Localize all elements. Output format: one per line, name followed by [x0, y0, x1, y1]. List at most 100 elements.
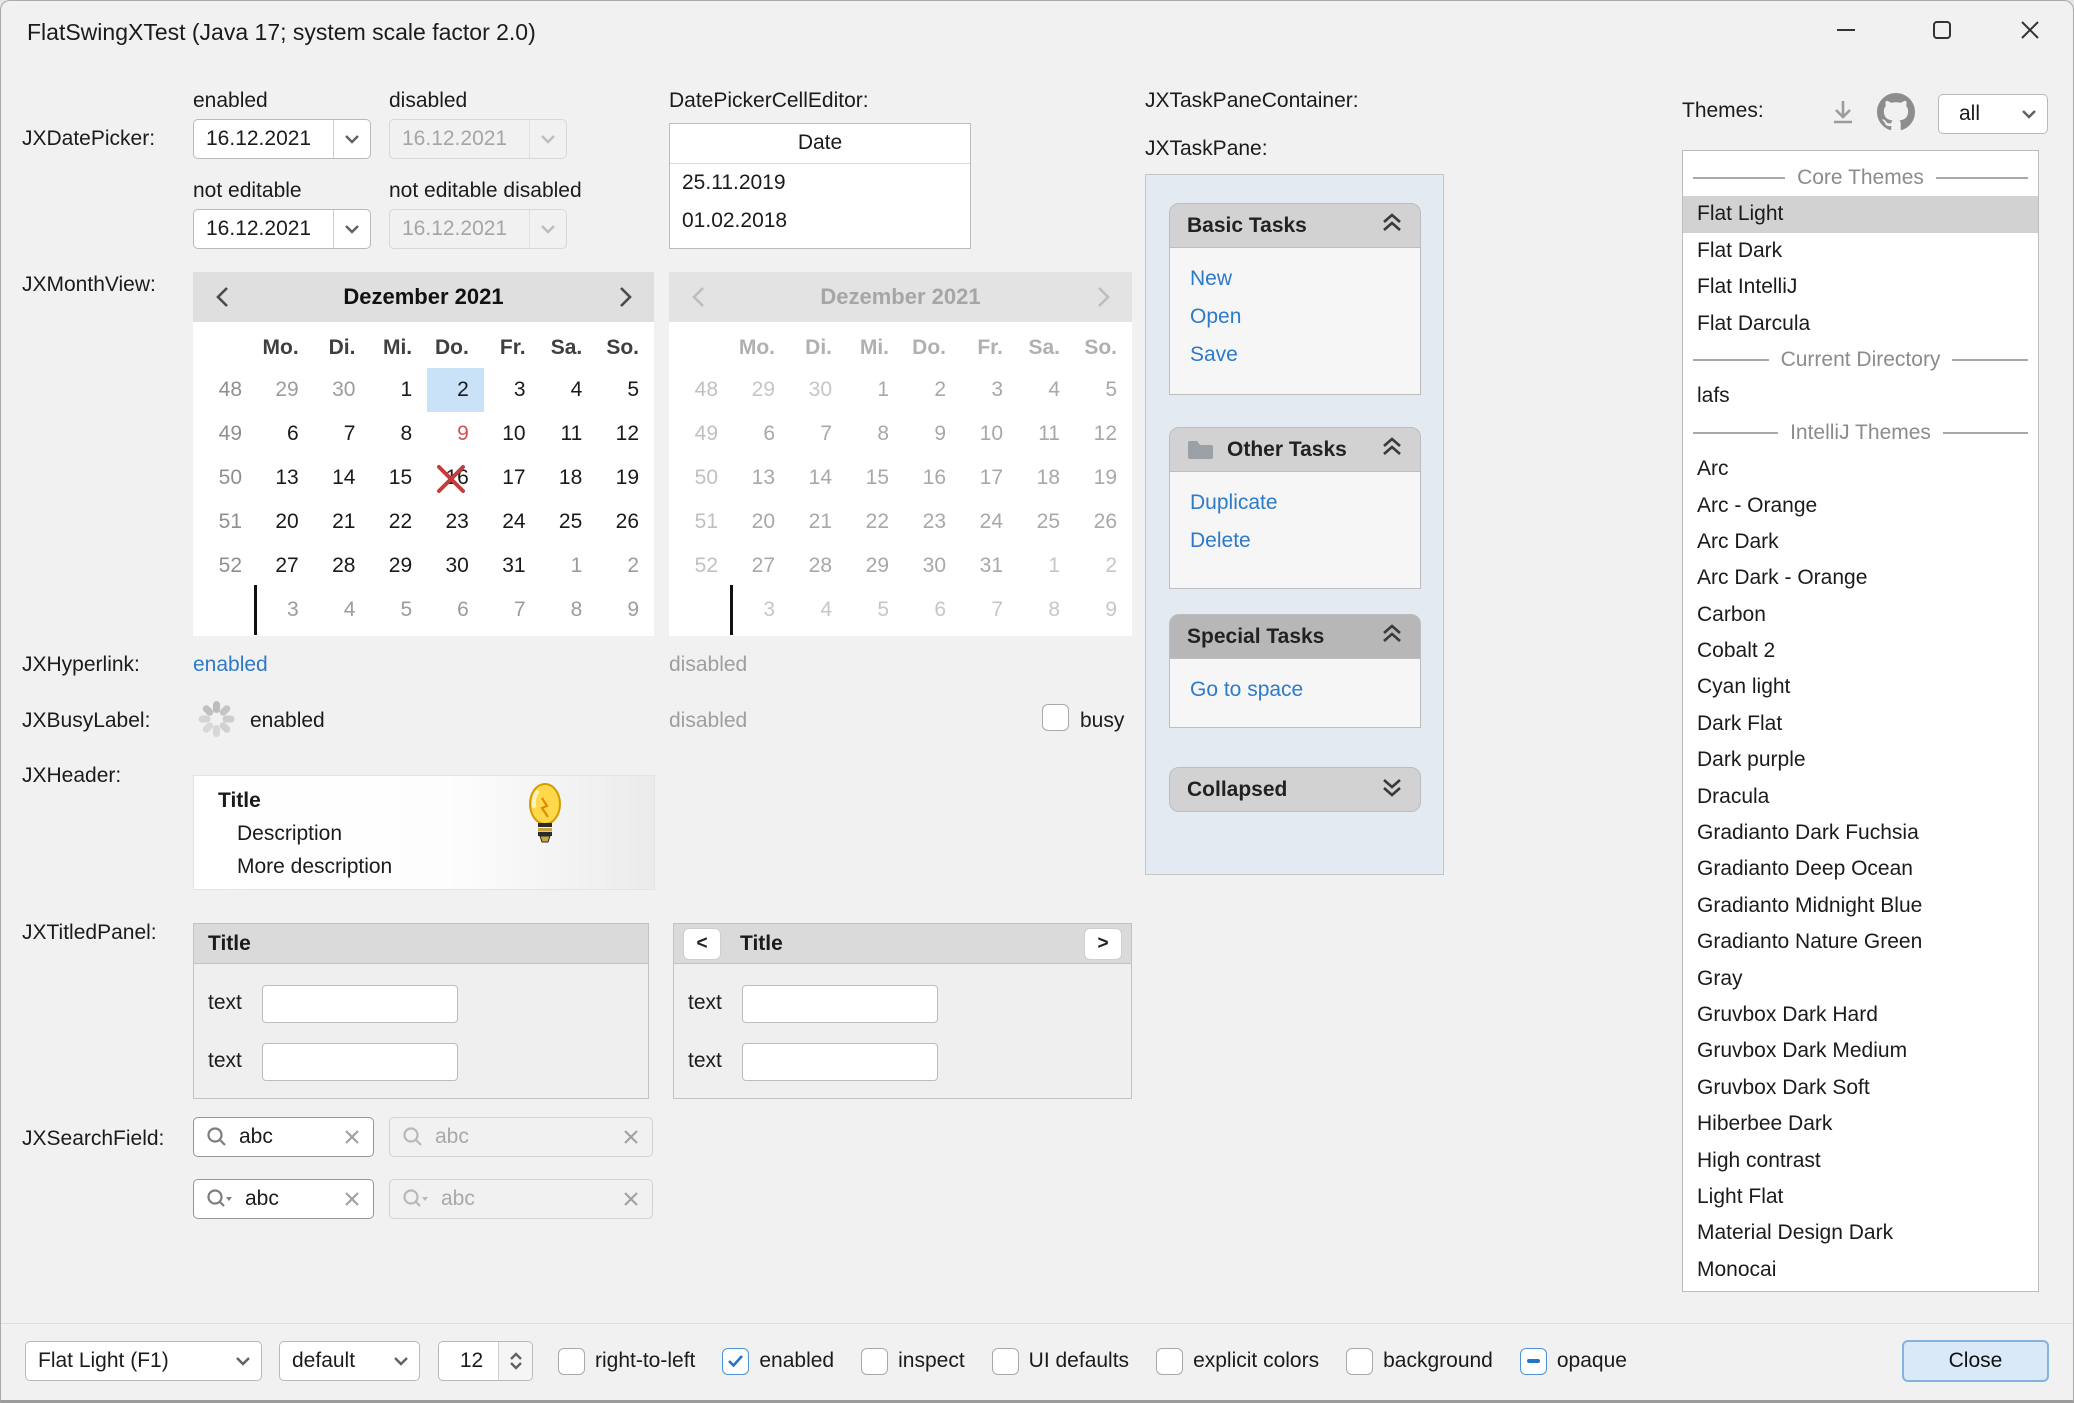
maximize-button[interactable] [1907, 1, 1977, 59]
calendar-day[interactable]: 16 [427, 456, 484, 500]
checkbox-explicit-colors[interactable] [1156, 1348, 1183, 1375]
checkbox-inspect[interactable] [861, 1348, 888, 1375]
checkbox-ui-defaults[interactable] [992, 1348, 1019, 1375]
checkbox-opaque[interactable] [1520, 1348, 1547, 1375]
search-field-enabled[interactable]: abc [193, 1117, 374, 1157]
taskpane-header-special-tasks[interactable]: Special Tasks [1169, 614, 1421, 659]
text-input[interactable] [262, 1043, 458, 1081]
theme-item-cobalt-2[interactable]: Cobalt 2 [1683, 633, 2038, 669]
theme-item-arc-orange[interactable]: Arc - Orange [1683, 488, 2038, 524]
style-combo[interactable]: default [279, 1341, 420, 1381]
taskpane-link-new[interactable]: New [1190, 260, 1400, 298]
calendar-day[interactable]: 25 [541, 500, 598, 544]
close-button[interactable]: Close [1902, 1340, 2049, 1382]
table-row[interactable]: 25.11.2019 [670, 164, 970, 202]
font-size-spinner[interactable]: 12 [438, 1341, 533, 1381]
minimize-button[interactable] [1811, 1, 1881, 59]
checkbox-right-to-left[interactable] [558, 1348, 585, 1375]
titledpanel-right-button[interactable]: > [1084, 928, 1122, 960]
theme-item-arc[interactable]: Arc [1683, 451, 2038, 487]
checkbox-background[interactable] [1346, 1348, 1373, 1375]
calendar-day[interactable]: 2 [427, 368, 484, 412]
calendar-day[interactable]: 11 [541, 412, 598, 456]
calendar-day[interactable]: 7 [314, 412, 371, 456]
calendar-day[interactable]: 2 [597, 544, 654, 588]
theme-item-flat-light[interactable]: Flat Light [1683, 196, 2038, 232]
calendar-day[interactable]: 17 [484, 456, 541, 500]
calendar-day[interactable]: 28 [314, 544, 371, 588]
text-input[interactable] [742, 985, 938, 1023]
busy-checkbox[interactable] [1042, 704, 1069, 731]
calendar-day[interactable]: 30 [314, 368, 371, 412]
calendar-day[interactable]: 20 [257, 500, 314, 544]
calendar-day[interactable]: 1 [370, 368, 427, 412]
calendar-day[interactable]: 3 [484, 368, 541, 412]
close-window-button[interactable] [1995, 1, 2065, 59]
taskpane-link-delete[interactable]: Delete [1190, 522, 1400, 560]
calendar-day[interactable]: 8 [541, 588, 598, 632]
text-input[interactable] [742, 1043, 938, 1081]
calendar-day[interactable]: 4 [541, 368, 598, 412]
calendar-day[interactable]: 5 [597, 368, 654, 412]
calendar-day[interactable]: 10 [484, 412, 541, 456]
calendar-day[interactable]: 31 [484, 544, 541, 588]
calendar-day[interactable]: 13 [257, 456, 314, 500]
calendar-day[interactable]: 24 [484, 500, 541, 544]
calendar-day[interactable]: 8 [370, 412, 427, 456]
calendar-day[interactable]: 14 [314, 456, 371, 500]
taskpane-header-other-tasks[interactable]: Other Tasks [1169, 427, 1421, 472]
theme-item-dracula[interactable]: Dracula [1683, 779, 2038, 815]
theme-item-gruvbox-dark-medium[interactable]: Gruvbox Dark Medium [1683, 1033, 2038, 1069]
calendar-day[interactable]: 26 [597, 500, 654, 544]
theme-item-monocai[interactable]: Monocai [1683, 1252, 2038, 1288]
calendar-day[interactable]: 7 [484, 588, 541, 632]
combo-dropdown-button[interactable] [382, 1342, 419, 1380]
spinner-buttons[interactable] [498, 1342, 532, 1380]
hyperlink-enabled[interactable]: enabled [193, 653, 268, 677]
theme-item-flat-darcula[interactable]: Flat Darcula [1683, 306, 2038, 342]
calendar-day[interactable]: 6 [257, 412, 314, 456]
datepicker-not-editable[interactable]: 16.12.2021 [193, 209, 371, 249]
theme-item-arc-dark[interactable]: Arc Dark [1683, 524, 2038, 560]
theme-item-gruvbox-dark-hard[interactable]: Gruvbox Dark Hard [1683, 997, 2038, 1033]
calendar-day[interactable]: 6 [427, 588, 484, 632]
titledpanel-left-button[interactable]: < [683, 928, 721, 960]
theme-item-flat-dark[interactable]: Flat Dark [1683, 233, 2038, 269]
clear-icon[interactable] [343, 1128, 361, 1146]
theme-item-dark-purple[interactable]: Dark purple [1683, 742, 2038, 778]
calendar-day[interactable]: 15 [370, 456, 427, 500]
theme-item-high-contrast[interactable]: High contrast [1683, 1143, 2038, 1179]
taskpane-link-open[interactable]: Open [1190, 298, 1400, 336]
taskpane-header-collapsed[interactable]: Collapsed [1169, 767, 1421, 812]
theme-item-cyan-light[interactable]: Cyan light [1683, 669, 2038, 705]
laf-combo[interactable]: Flat Light (F1) [25, 1341, 262, 1381]
theme-item-nord[interactable]: Nord [1683, 1288, 2038, 1292]
taskpane-link-save[interactable]: Save [1190, 336, 1400, 374]
theme-item-lafs[interactable]: lafs [1683, 378, 2038, 414]
theme-item-gruvbox-dark-soft[interactable]: Gruvbox Dark Soft [1683, 1070, 2038, 1106]
search-field-menu-enabled[interactable]: abc [193, 1179, 374, 1219]
theme-item-gradianto-dark-fuchsia[interactable]: Gradianto Dark Fuchsia [1683, 815, 2038, 851]
calendar-day[interactable]: 3 [257, 588, 314, 632]
datepicker-dropdown-button[interactable] [333, 210, 370, 248]
calendar-day[interactable]: 4 [314, 588, 371, 632]
calendar-day[interactable]: 21 [314, 500, 371, 544]
taskpane-link-go-to-space[interactable]: Go to space [1190, 671, 1400, 709]
calendar-day[interactable]: 9 [427, 412, 484, 456]
theme-item-dark-flat[interactable]: Dark Flat [1683, 706, 2038, 742]
datepicker-dropdown-button[interactable] [333, 120, 370, 158]
prev-month-button[interactable] [193, 272, 251, 322]
datepicker-enabled[interactable]: 16.12.2021 [193, 119, 371, 159]
calendar-day[interactable]: 5 [370, 588, 427, 632]
theme-item-carbon[interactable]: Carbon [1683, 597, 2038, 633]
text-input[interactable] [262, 985, 458, 1023]
calendar-day[interactable]: 9 [597, 588, 654, 632]
calendar-day[interactable]: 22 [370, 500, 427, 544]
combo-dropdown-button[interactable] [224, 1342, 261, 1380]
calendar-day[interactable]: 30 [427, 544, 484, 588]
taskpane-header-basic-tasks[interactable]: Basic Tasks [1169, 203, 1421, 248]
calendar-day[interactable]: 23 [427, 500, 484, 544]
theme-item-material-design-dark[interactable]: Material Design Dark [1683, 1215, 2038, 1251]
theme-item-light-flat[interactable]: Light Flat [1683, 1179, 2038, 1215]
calendar-day[interactable]: 1 [541, 544, 598, 588]
